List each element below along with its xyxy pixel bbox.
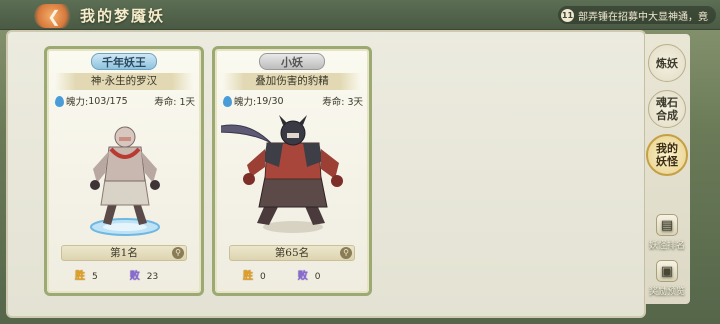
soul-drop-icon bbox=[223, 95, 232, 107]
soul-label: 魄力: bbox=[66, 97, 89, 108]
ranking-book-icon: ▤ bbox=[656, 214, 678, 236]
rank-title-badge: 千年妖王 bbox=[91, 53, 157, 70]
life-label: 寿命: bbox=[322, 97, 345, 108]
rank-title-badge: 小妖 bbox=[259, 53, 325, 70]
monster-stats: 魄力: 103/175 寿命: 1天 bbox=[55, 94, 195, 108]
rank-bar[interactable]: 第1名 ⚲ bbox=[61, 245, 187, 261]
monster-ranking-button[interactable]: ▤ 妖怪排名 bbox=[644, 214, 690, 251]
notice-text: 部弄锤在招募中大显神通，竟 bbox=[578, 11, 708, 23]
rank-label: 第1名 bbox=[110, 247, 138, 259]
notice-marquee: 11 部弄锤在招募中大显神通，竟 bbox=[558, 6, 716, 24]
reward-preview-button[interactable]: ▣ 奖励预览 bbox=[644, 260, 690, 297]
monster-name: 叠加伤害的豹精 bbox=[223, 73, 361, 90]
battle-record: 胜 0 败 0 bbox=[241, 269, 351, 285]
monster-card-2[interactable]: 小妖 叠加伤害的豹精 魄力: 19/30 寿命: 3天 第65名 ⚲ 胜 0 败… bbox=[212, 46, 372, 296]
battle-record: 胜 5 败 23 bbox=[73, 269, 183, 285]
loss-count: 23 bbox=[146, 272, 159, 282]
rank-bar[interactable]: 第65名 ⚲ bbox=[229, 245, 355, 261]
monster-stats: 魄力: 19/30 寿命: 3天 bbox=[223, 94, 363, 108]
back-button[interactable]: ❮ bbox=[34, 4, 74, 28]
monster-card-1[interactable]: 千年妖王 神·永生的罗汉 魄力: 103/175 寿命: 1天 第1名 ⚲ 胜 … bbox=[44, 46, 204, 296]
monster-portrait-leopard[interactable] bbox=[221, 113, 363, 241]
win-count: 0 bbox=[260, 272, 266, 282]
life-value: 1天 bbox=[179, 97, 195, 108]
life-value: 3天 bbox=[347, 97, 363, 108]
magnifier-icon[interactable]: ⚲ bbox=[172, 247, 184, 259]
loss-badge: 败 bbox=[297, 271, 308, 282]
top-bar: ❮ 我的梦魇妖 11 部弄锤在招募中大显神通，竟 bbox=[0, 0, 720, 30]
page-title: 我的梦魇妖 bbox=[80, 7, 166, 25]
win-badge: 胜 bbox=[75, 271, 85, 282]
monster-portrait-luohan[interactable] bbox=[53, 113, 195, 241]
tab-refine-monster[interactable]: 炼妖 bbox=[648, 44, 686, 82]
loss-badge: 败 bbox=[129, 271, 140, 282]
notice-index-badge: 11 bbox=[561, 8, 574, 22]
back-arrow-icon: ❮ bbox=[47, 6, 61, 26]
magnifier-icon[interactable]: ⚲ bbox=[340, 247, 352, 259]
loss-count: 0 bbox=[314, 272, 321, 282]
win-count: 5 bbox=[92, 272, 98, 282]
soul-drop-icon bbox=[55, 95, 64, 107]
soul-label: 魄力: bbox=[234, 97, 257, 108]
soul-value: 103/175 bbox=[88, 95, 128, 107]
rank-label: 第65名 bbox=[274, 247, 310, 259]
reward-chest-icon: ▣ bbox=[656, 260, 678, 282]
tab-my-monsters[interactable]: 我的妖怪 bbox=[646, 134, 688, 176]
win-badge: 胜 bbox=[243, 271, 253, 282]
life-label: 寿命: bbox=[154, 97, 177, 108]
soul-value: 19/30 bbox=[256, 95, 284, 107]
monster-name: 神·永生的罗汉 bbox=[55, 73, 193, 90]
tab-soulstone-synthesis[interactable]: 魂石合成 bbox=[648, 90, 686, 128]
